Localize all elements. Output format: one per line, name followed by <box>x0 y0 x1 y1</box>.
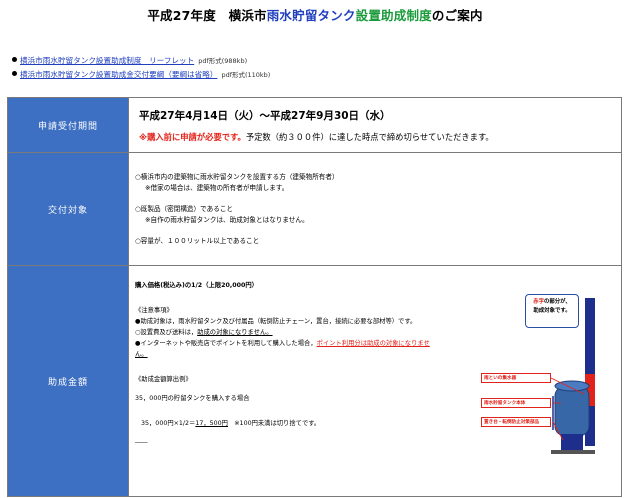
stand-label: 置き台・転倒防止対策部品 <box>481 417 551 427</box>
note-3: ●インターネットや販売店でポイントを利用して購入した場合，ポイント利用分は助成の… <box>135 340 430 347</box>
note-3-cont: ん。 <box>135 351 148 358</box>
bullet-icon <box>12 71 17 76</box>
grant-details: 購入価格(税込み)の1/2（上限20,000円） 《注意事項》 ●助成対象は，雨… <box>135 280 465 448</box>
title-part4: のご案内 <box>431 8 483 23</box>
deadline-note: 予定数（約３００件）に達した時点で締め切らせていただきます。 <box>245 131 494 142</box>
grant-amount-header: 助成金額 <box>7 265 129 497</box>
note-2: ○設置費及び送料は，助成の対象になりません。 <box>135 329 273 336</box>
tank-label: 雨水貯留タンク本体 <box>481 398 551 408</box>
row-application-period: 申請受付期間 平成27年4月14日（火）〜平成27年9月30日（水） ※購入前に… <box>7 97 622 153</box>
title-part1: 平成27年度 横浜市 <box>147 8 267 23</box>
application-period-cell: 平成27年4月14日（火）〜平成27年9月30日（水） ※購入前に申請が必要です… <box>128 97 622 153</box>
notes-title: 《注意事項》 <box>135 307 173 314</box>
eligibility-cell: ○横浜市内の建築物に雨水貯留タンクを設置する方（建築物所有者） ※借家の場合は、… <box>128 152 622 266</box>
pre-application-warning: ※購入前に申請が必要です。 <box>139 131 246 142</box>
eligibility-line-3: ○既製品（密閉構造）であること <box>135 204 233 213</box>
application-period-note: ※購入前に申請が必要です。予定数（約３００件）に達した時点で締め切らせていただき… <box>139 131 615 143</box>
tank-stand-icon <box>561 434 583 450</box>
eligibility-header: 交付対象 <box>7 152 129 266</box>
row-grant-amount: 助成金額 購入価格(税込み)の1/2（上限20,000円） 《注意事項》 ●助成… <box>7 265 622 497</box>
calc-title: 《助成金額算出例》 <box>135 376 192 383</box>
leaflet-format: pdf形式(988kb) <box>198 57 248 65</box>
downspout-upper-icon <box>585 298 595 378</box>
document-links: 横浜市雨水貯留タンク設置助成制度 リーフレット pdf形式(988kb) 横浜市雨… <box>12 54 270 82</box>
link-row-leaflet: 横浜市雨水貯留タンク設置助成制度 リーフレット pdf形式(988kb) <box>12 54 270 68</box>
application-period-header: 申請受付期間 <box>7 97 129 153</box>
eligibility-line-2: ※借家の場合は、建築物の所有者が申請します。 <box>145 183 289 192</box>
calc-trailer: ―― <box>135 439 148 446</box>
collector-label: 雨といの集水器 <box>481 373 551 383</box>
note-1: ●助成対象は，雨水貯留タンク及び付属品（転倒防止チェーン，置台，接続に必要な部材… <box>135 318 417 325</box>
application-period-dates: 平成27年4月14日（火）〜平成27年9月30日（水） <box>139 109 391 122</box>
eligibility-line-1: ○横浜市内の建築物に雨水貯留タンクを設置する方（建築物所有者） <box>135 172 339 181</box>
eligibility-list: ○横浜市内の建築物に雨水貯留タンクを設置する方（建築物所有者） ※借家の場合は、… <box>135 172 615 247</box>
tank-body-icon <box>554 385 590 437</box>
row-eligibility: 交付対象 ○横浜市内の建築物に雨水貯留タンクを設置する方（建築物所有者） ※借家… <box>7 152 622 266</box>
page-title: 平成27年度 横浜市雨水貯留タンク設置助成制度のご案内 <box>0 5 630 24</box>
guidelines-link[interactable]: 横浜市雨水貯留タンク設置助成金交付要綱（要綱は省略） <box>20 70 217 79</box>
guidelines-format: pdf形式(110kb) <box>221 71 271 79</box>
title-part2: 雨水貯留タンク <box>266 8 356 23</box>
title-part3: 設置助成制度 <box>355 8 432 23</box>
grant-headline: 購入価格(税込み)の1/2（上限20,000円） <box>135 282 258 289</box>
calc-result: 35，000円×1/2＝17，500円 ※100円未満は切り捨てです。 <box>141 420 321 427</box>
eligibility-line-5: ○容量が、１００リットル以上であること <box>135 236 260 245</box>
calc-case: 35，000円の貯留タンクを購入する場合 <box>135 395 250 402</box>
grant-amount-cell: 購入価格(税込み)の1/2（上限20,000円） 《注意事項》 ●助成対象は，雨… <box>128 265 622 497</box>
link-row-guidelines: 横浜市雨水貯留タンク設置助成金交付要綱（要綱は省略） pdf形式(110kb) <box>12 68 270 82</box>
subsidy-callout: 赤字の部分が、 助成対象です。 <box>525 294 579 328</box>
bullet-icon <box>12 57 17 62</box>
leaflet-link[interactable]: 横浜市雨水貯留タンク設置助成制度 リーフレット <box>20 56 194 65</box>
rain-tank-illustration: 赤字の部分が、 助成対象です。 雨といの集水器 雨水貯留タンク本体 置き台・転倒防… <box>481 284 621 494</box>
info-table: 申請受付期間 平成27年4月14日（火）〜平成27年9月30日（水） ※購入前に… <box>7 97 622 497</box>
eligibility-line-4: ※自作の雨水貯留タンクは、助成対象とはなりません。 <box>145 215 309 224</box>
